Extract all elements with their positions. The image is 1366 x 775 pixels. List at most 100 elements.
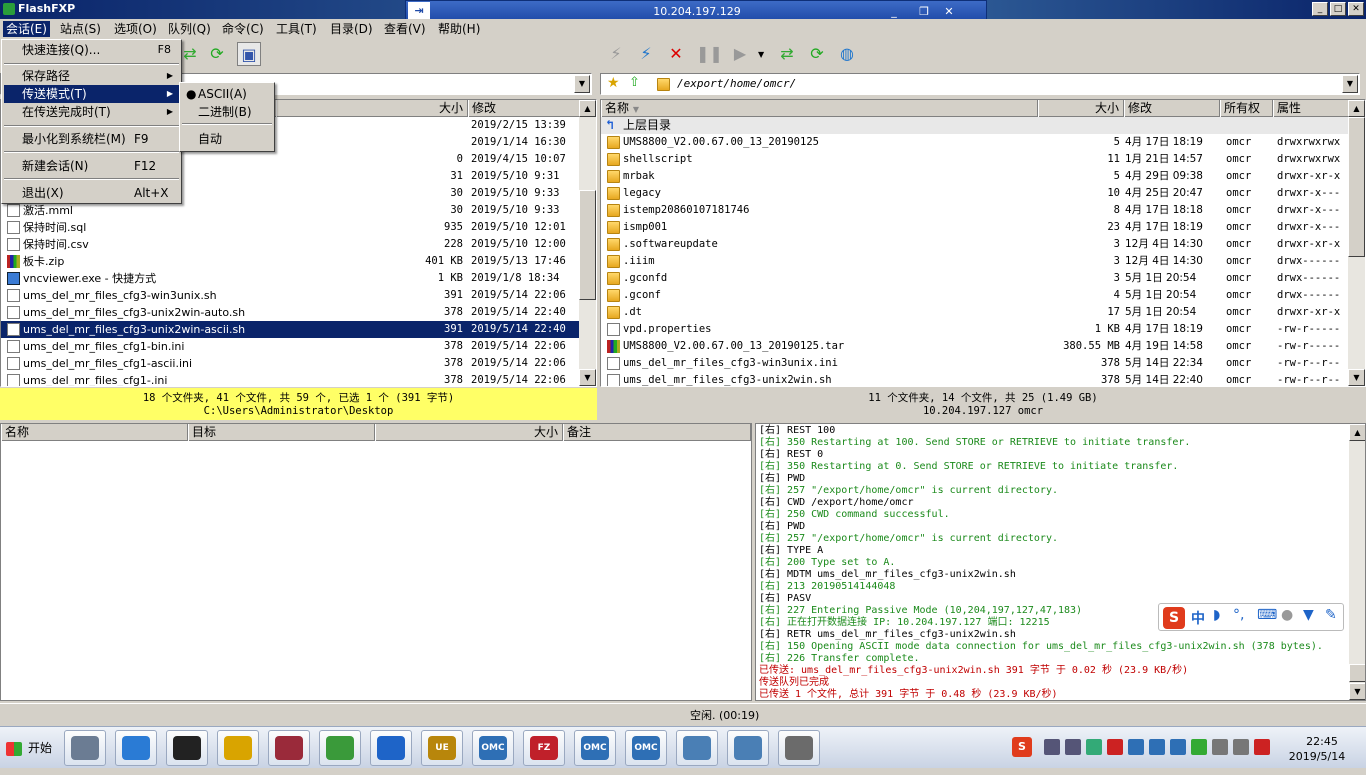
local-computer-icon[interactable]: ▣ (237, 42, 261, 66)
menu-view[interactable]: 查看(V) (381, 21, 429, 37)
remote-file-row[interactable]: .softwareupdate 3 12月 4日 14:30 omcr drwxr-xr… (601, 236, 1348, 253)
log-scrollbar[interactable]: ▲ ▼ (1349, 424, 1365, 700)
menu-tools[interactable]: 工具(T) (273, 21, 320, 37)
pause-icon[interactable]: ❚❚ (696, 42, 723, 66)
menu-quick-connect[interactable]: 快速连接(Q)... F8 (4, 41, 179, 59)
remote-refresh-icon[interactable]: ⟳ (805, 42, 829, 66)
menu-help[interactable]: 帮助(H) (435, 21, 483, 37)
tray-volume-icon[interactable] (1233, 739, 1249, 755)
remote-col-attr[interactable]: 属性 (1273, 100, 1350, 117)
remote-file-row[interactable]: vpd.properties 1 KB 4月 17日 18:19 omcr -rw-r-… (601, 321, 1348, 338)
menu-sites[interactable]: 站点(S) (57, 21, 104, 37)
mode-ascii[interactable]: ● ASCII(A) (182, 85, 272, 103)
tray-omc-icon[interactable] (1128, 739, 1144, 755)
remote-col-owner[interactable]: 所有权 (1220, 100, 1273, 117)
remote-file-row[interactable]: ums_del_mr_files_cfg3-win3unix.ini 378 5月 … (601, 355, 1348, 372)
remote-file-row[interactable]: ismp001 23 4月 17日 18:19 omcr drwxr-x--- (601, 219, 1348, 236)
close-button[interactable]: ✕ (1348, 2, 1364, 16)
local-file-row[interactable]: 激活.mml 30 2019/5/10 9:33 (1, 202, 579, 219)
remote-file-row[interactable]: .dt 17 5月 1日 20:54 omcr drwxr-xr-x (601, 304, 1348, 321)
local-file-row[interactable]: 保持时间.sql 935 2019/5/10 12:01 (1, 219, 579, 236)
taskbar-app-0[interactable] (64, 730, 106, 766)
session-log[interactable]: [右] REST 100 [右] 350 Restarting at 100. S… (755, 423, 1366, 701)
menu-transfer-mode[interactable]: 传送模式(T) ▶ (4, 85, 179, 103)
taskbar-app-7[interactable]: UE (421, 730, 463, 766)
taskbar-app-5[interactable] (319, 730, 361, 766)
abort-icon[interactable]: ✕ (664, 42, 688, 66)
menu-on-transfer-complete[interactable]: 在传送完成时(T) ▶ (4, 103, 179, 121)
sogou-tray-icon[interactable]: S (1012, 737, 1032, 757)
maximize-button[interactable]: □ (1330, 2, 1346, 16)
remote-file-row[interactable]: mrbak 5 4月 29日 09:38 omcr drwxr-xr-x (601, 168, 1348, 185)
local-file-row[interactable]: ums_del_mr_files_cfg1-.ini 378 2019/5/14 2… (1, 372, 579, 386)
local-col-size[interactable]: 大小 (276, 100, 468, 117)
local-file-row[interactable]: ums_del_mr_files_cfg3-unix2win-ascii.sh 3… (1, 320, 580, 339)
menu-save-path[interactable]: 保存路径 ▶ (4, 67, 179, 85)
ime-mode-label[interactable]: 中 (1191, 608, 1205, 628)
remote-scrollbar[interactable]: ▲ ▼ (1348, 100, 1365, 386)
start-button[interactable]: 开始 (2, 733, 56, 763)
taskbar-app-4[interactable] (268, 730, 310, 766)
taskbar-app-14[interactable] (778, 730, 820, 766)
right-path-dropdown-icon[interactable]: ▼ (1342, 75, 1358, 93)
play-dropdown-icon[interactable]: ▼ (758, 50, 764, 59)
tray-network-icon[interactable] (1191, 739, 1207, 755)
tray-omc-icon[interactable] (1149, 739, 1165, 755)
taskbar-app-8[interactable]: OMC (472, 730, 514, 766)
remote-col-modified[interactable]: 修改 (1124, 100, 1220, 117)
remote-file-row[interactable]: UMS8800_V2.00.67.00_13_20190125.tar 380.5… (601, 338, 1348, 355)
taskbar-app-2[interactable] (166, 730, 208, 766)
right-path-bar[interactable]: ★ ⇧ /export/home/omcr/ ▼ (600, 73, 1360, 95)
taskbar-app-10[interactable]: OMC (574, 730, 616, 766)
local-file-row[interactable]: ums_del_mr_files_cfg1-bin.ini 378 2019/5/1… (1, 338, 579, 355)
skin-icon[interactable]: ▼ (1303, 607, 1314, 623)
taskbar-app-13[interactable] (727, 730, 769, 766)
remote-file-row[interactable]: .gconf 4 5月 1日 20:54 omcr drwx------ (601, 287, 1348, 304)
play-icon[interactable]: ▶ (728, 42, 752, 66)
punctuation-icon[interactable]: °, (1233, 607, 1244, 623)
scroll-up-icon[interactable]: ▲ (1348, 100, 1365, 117)
minimize-button[interactable]: _ (1312, 2, 1328, 16)
tools-icon[interactable]: ✎ (1325, 607, 1337, 623)
local-file-row[interactable]: 保持时间.csv 228 2019/5/10 12:00 (1, 236, 579, 253)
connect-icon[interactable]: ⚡ (604, 42, 628, 66)
tray-alert-icon[interactable] (1254, 739, 1270, 755)
local-col-modified[interactable]: 修改 (468, 100, 581, 117)
user-icon[interactable]: ● (1281, 607, 1293, 623)
local-file-row[interactable]: ums_del_mr_files_cfg3-win3unix.sh 391 2019… (1, 287, 579, 304)
remote-col-size[interactable]: 大小 (1038, 100, 1124, 117)
tray-omc-icon[interactable] (1170, 739, 1186, 755)
transfer-queue[interactable]: 名称 目标 大小 备注 (0, 423, 752, 701)
queue-col-name[interactable]: 名称 (1, 424, 188, 441)
scroll-thumb[interactable] (579, 190, 596, 300)
menu-directory[interactable]: 目录(D) (327, 21, 376, 37)
queue-col-target[interactable]: 目标 (188, 424, 375, 441)
refresh-icon[interactable]: ⟳ (205, 42, 229, 66)
local-scrollbar[interactable]: ▲ ▼ (579, 100, 596, 386)
local-file-row[interactable]: ums_del_mr_files_cfg3-unix2win-auto.sh 37… (1, 304, 579, 321)
remote-file-row[interactable]: .iiim 3 12月 4日 14:30 omcr drwx------ (601, 253, 1348, 270)
disconnect-icon[interactable]: ⚡ (634, 42, 658, 66)
moon-icon[interactable]: ◗ (1213, 607, 1220, 623)
menu-exit[interactable]: 退出(X) Alt+X (4, 184, 179, 202)
sogou-icon[interactable]: S (1163, 607, 1185, 629)
remote-file-row[interactable]: legacy 10 4月 25日 20:47 omcr drwxr-x--- (601, 185, 1348, 202)
tray-icon-1[interactable] (1044, 739, 1060, 755)
scroll-thumb[interactable] (1349, 664, 1365, 682)
mode-binary[interactable]: 二进制(B) (182, 103, 272, 121)
scroll-down-icon[interactable]: ▼ (579, 369, 596, 386)
taskbar-app-12[interactable] (676, 730, 718, 766)
remote-file-row[interactable]: UMS8800_V2.00.67.00_13_20190125 5 4月 17日 1… (601, 134, 1348, 151)
scroll-down-icon[interactable]: ▼ (1349, 683, 1365, 700)
local-file-row[interactable]: vncviewer.exe - 快捷方式 1 KB 2019/1/8 18:34 (1, 270, 579, 287)
tray-icon-4[interactable] (1107, 739, 1123, 755)
parent-directory-row[interactable]: ↰ 上层目录 (601, 117, 1350, 134)
remote-file-row[interactable]: istemp20860107181746 8 4月 17日 18:18 omcr drw… (601, 202, 1348, 219)
keyboard-icon[interactable]: ⌨ (1257, 607, 1277, 623)
menu-new-session[interactable]: 新建会话(N) F12 (4, 157, 179, 175)
taskbar-app-3[interactable] (217, 730, 259, 766)
remote-file-row[interactable]: .gconfd 3 5月 1日 20:54 omcr drwx------ (601, 270, 1348, 287)
menu-options[interactable]: 选项(O) (111, 21, 160, 37)
taskbar-app-9[interactable]: FZ (523, 730, 565, 766)
clock-date[interactable]: 2019/5/14 (1282, 750, 1352, 763)
